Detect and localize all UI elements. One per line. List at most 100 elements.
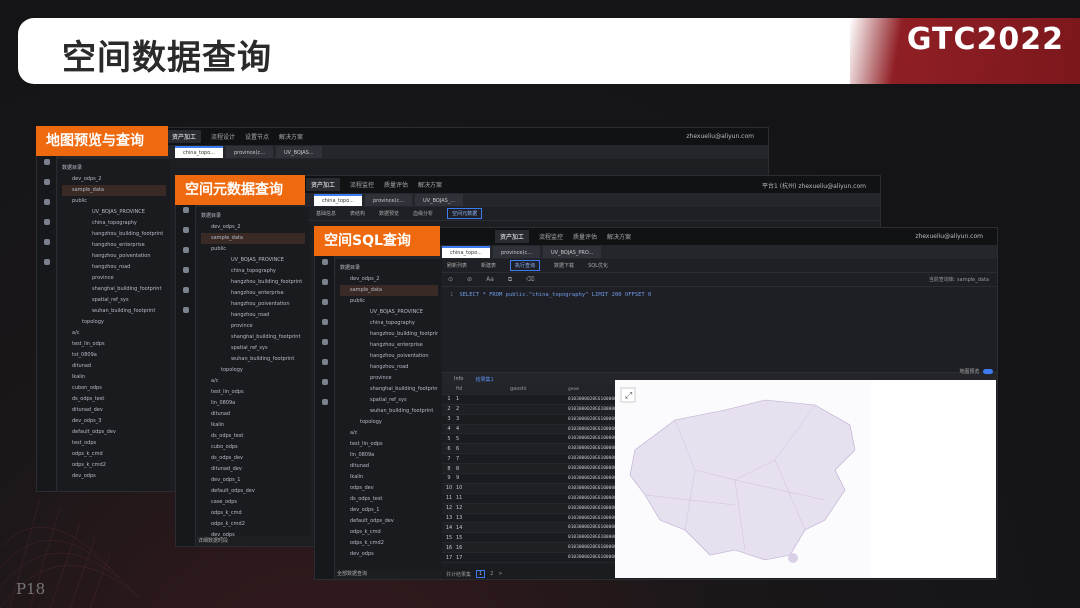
tree-item[interactable]: hangzhou_poiventation (340, 351, 438, 362)
tool-run-query[interactable]: 执行查询 (510, 260, 541, 271)
tool-new-table[interactable]: 新建表 (481, 262, 496, 269)
tree-item[interactable]: UV_BOJAS_PROVINCE (201, 255, 305, 266)
menu-item[interactable]: 解决方案 (279, 132, 303, 141)
tab-resultset[interactable]: 结果集1 (475, 376, 493, 383)
tree-item[interactable]: tst_0809a (62, 350, 166, 361)
run-icon[interactable]: ⊙ (448, 276, 453, 283)
tool-sql-optimize[interactable]: SQL优化 (588, 262, 608, 269)
sql-code[interactable]: 1 SELECT * FROM public."china_topography"… (442, 287, 997, 303)
tree-item[interactable]: sample_data (340, 285, 438, 296)
tree-item[interactable]: hangzhou_road (340, 362, 438, 373)
tree-item[interactable]: wuhan_building_footprint (62, 306, 166, 317)
sql-editor[interactable]: ⊙ ⊘ Aa ⧉ ⌫ 当前查询库: sample_data 1 SELECT * … (442, 273, 997, 373)
globe-icon[interactable] (321, 319, 328, 325)
globe-icon[interactable] (182, 267, 189, 273)
tree-item[interactable]: a/c (62, 328, 166, 339)
menu-item[interactable]: 解决方案 (418, 180, 442, 189)
tree-item[interactable]: default_odps_dev (201, 486, 305, 497)
tree-item[interactable]: odps_k_cmd2 (340, 538, 438, 549)
tab[interactable]: china_topo... (175, 146, 223, 158)
tree-item[interactable]: odps_dev (340, 483, 438, 494)
tree-item[interactable]: cubon_odps (62, 383, 166, 394)
tab[interactable]: UV_BOJAS... (275, 146, 322, 158)
tree-item[interactable]: shanghai_building_footprint (340, 384, 438, 395)
tree-item[interactable]: ds_odps_test (62, 394, 166, 405)
tree-item[interactable]: public (340, 296, 438, 307)
account-label[interactable]: 平台1 (杭州) zhexueliu@aliyun.com (762, 181, 866, 190)
menu-item[interactable]: 资产加工 (495, 230, 530, 243)
tree-item[interactable]: hangzhou_road (201, 310, 305, 321)
tree-item[interactable]: dev_odps_3 (62, 416, 166, 427)
tool-spatial-metadata[interactable]: 空间元数据 (447, 208, 483, 219)
catalog-icon[interactable] (321, 259, 328, 265)
tree-item[interactable]: hangzhou_building_footprint (201, 277, 305, 288)
table-icon[interactable] (43, 179, 50, 185)
tree-item[interactable]: odps_k_cmd2 (62, 460, 166, 471)
tree-item[interactable]: wuhan_building_footprint (201, 354, 305, 365)
tree-item[interactable]: wuhan_building_footprint (340, 406, 438, 417)
tree-item[interactable]: public (201, 244, 305, 255)
menu-item[interactable]: 流程监控 (350, 180, 374, 189)
tree-item[interactable]: UV_BOJAS_PROVINCE (340, 307, 438, 318)
tree-item[interactable]: test_lin_odps (340, 439, 438, 450)
stop-icon[interactable]: ⊘ (467, 276, 472, 283)
format-icon[interactable]: Aa (486, 276, 494, 283)
tree-item[interactable]: province (201, 321, 305, 332)
tree-item[interactable]: a/c (340, 428, 438, 439)
menu-item[interactable]: 流程监控 (539, 232, 563, 241)
tree-item[interactable]: spatial_ref_sys (62, 295, 166, 306)
tree-item[interactable]: shanghai_building_footprint (201, 332, 305, 343)
tree-item[interactable]: dev_odps_2 (340, 274, 438, 285)
tree-item[interactable]: province (340, 373, 438, 384)
tree-item[interactable]: hangzhou_road (62, 262, 166, 273)
tree-item[interactable]: odps_k_cmd2 (201, 519, 305, 530)
page-1-button[interactable]: 1 (476, 570, 486, 578)
tool-basic-info[interactable]: 基础信息 (316, 210, 336, 217)
tab[interactable]: UV_BOJAS_PRO... (542, 246, 602, 258)
tree-item[interactable]: odps_k_cmd (201, 508, 305, 519)
cloud-icon[interactable] (321, 379, 328, 385)
tab[interactable]: china_topo... (442, 246, 490, 258)
menu-item[interactable]: 解决方案 (607, 232, 631, 241)
menu-item[interactable]: 资产加工 (167, 130, 202, 143)
table-icon[interactable] (321, 279, 328, 285)
map-preview[interactable]: ⤢ (615, 380, 996, 578)
tree-item[interactable]: topology (201, 365, 305, 376)
menu-item[interactable]: 设置节点 (245, 132, 269, 141)
tree-item[interactable]: dev_odps (340, 549, 438, 560)
tool-lineage[interactable]: 血缘分析 (413, 210, 433, 217)
globe-icon[interactable] (43, 219, 50, 225)
tree-item[interactable]: ditunad_dev (201, 464, 305, 475)
tree-item[interactable]: a/c (201, 376, 305, 387)
shield-icon[interactable] (43, 199, 50, 205)
tree-item[interactable]: sample_data (62, 185, 166, 196)
toggle-switch-icon[interactable] (983, 369, 993, 374)
account-label[interactable]: zhexueliu@aliyun.com (915, 233, 983, 240)
tool-schema[interactable]: 表结构 (350, 210, 365, 217)
clear-icon[interactable]: ⌫ (526, 276, 534, 283)
menu-item[interactable]: 质量评估 (384, 180, 408, 189)
compass-icon[interactable] (321, 399, 328, 405)
tree-item[interactable]: china_topography (62, 218, 166, 229)
settings-icon[interactable] (321, 359, 328, 365)
tree-item[interactable]: dev_odps (62, 471, 166, 482)
menu-item[interactable]: 流程设计 (211, 132, 235, 141)
settings-icon[interactable] (43, 259, 50, 265)
tab[interactable]: province(c... (364, 194, 412, 206)
tree-item[interactable]: spatial_ref_sys (201, 343, 305, 354)
tree-item[interactable]: dev_odps_1 (201, 475, 305, 486)
tree-item[interactable]: UV_BOJAS_PROVINCE (62, 207, 166, 218)
tree-item[interactable]: hangzhou_enterprise (340, 340, 438, 351)
tree-item[interactable]: test_lin_odps (62, 339, 166, 350)
tree-item[interactable]: dev_odps_2 (201, 222, 305, 233)
tree-item[interactable]: lin_0809a (340, 450, 438, 461)
tab[interactable]: province(c... (225, 146, 273, 158)
tree-item[interactable]: dev_odps_2 (62, 174, 166, 185)
column-header[interactable]: fid (456, 386, 510, 392)
tree-item[interactable]: ds_odps_dev (201, 453, 305, 464)
account-label[interactable]: zhexueliu@aliyun.com (686, 133, 754, 140)
tree-item[interactable]: public (62, 196, 166, 207)
tree-item[interactable]: china_topography (201, 266, 305, 277)
tree-item[interactable]: hangzhou_building_footprint (340, 329, 438, 340)
shield-icon[interactable] (182, 247, 189, 253)
